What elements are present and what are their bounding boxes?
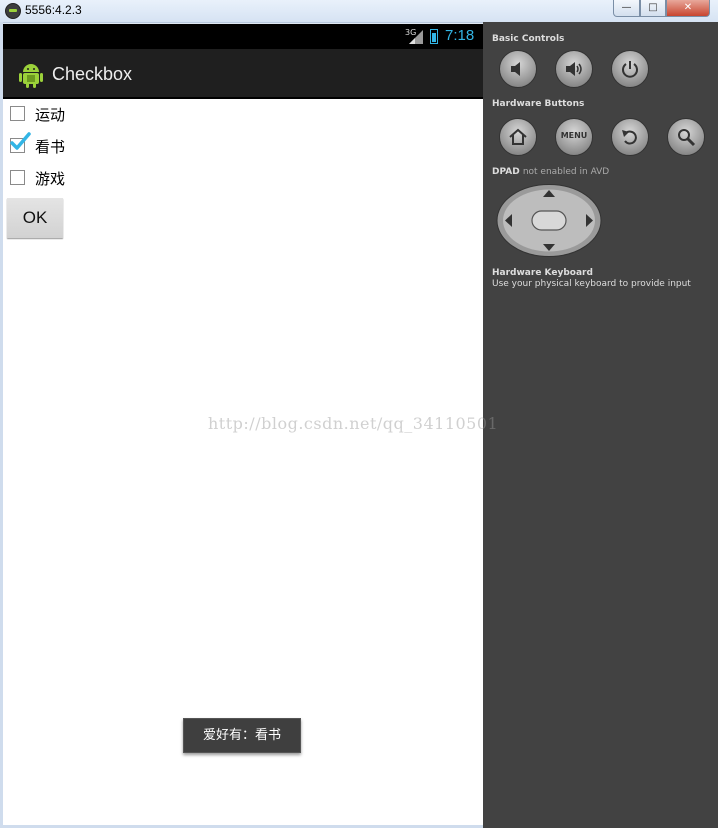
home-icon [509,128,527,145]
ok-button[interactable]: OK [7,198,63,238]
power-button[interactable] [611,50,649,88]
menu-label: MENU [560,131,588,140]
window-titlebar: 5556:4.2.3 — □ ✕ [0,0,718,23]
checkbox-reading[interactable]: 看书 [3,131,203,163]
menu-button[interactable]: MENU [555,118,593,156]
dpad-status: not enabled in AVD [522,167,610,177]
checkmark-icon [10,132,31,150]
checkbox-label: 运动 [35,106,66,124]
status-bar: 3G 7:18 [3,24,483,49]
dpad-label: DPAD [492,167,520,177]
dpad-title: DPAD not enabled in AVD [492,167,609,177]
hardware-buttons-title: Hardware Buttons [492,99,585,109]
battery-icon [430,29,438,44]
search-icon [678,129,696,147]
volume-down-icon [511,62,520,76]
volume-up-icon [566,62,582,76]
volume-up-button[interactable] [555,50,593,88]
checkbox-label: 看书 [35,138,66,156]
window-title: 5556:4.2.3 [25,3,82,17]
signal-icon [409,30,423,44]
minimize-button[interactable]: — [613,0,640,17]
checkbox-box[interactable] [10,106,25,121]
basic-controls-title: Basic Controls [492,34,565,44]
keyboard-title: Hardware Keyboard [492,268,593,278]
maximize-button[interactable]: □ [640,0,666,17]
checkbox-box[interactable] [10,170,25,185]
back-icon [622,130,637,145]
checkbox-games[interactable]: 游戏 [3,163,203,195]
toast-message: 爱好有：看书 [183,718,301,753]
watermark: http://blog.csdn.net/qq_34110501 [208,414,499,433]
status-clock: 7:18 [445,27,475,44]
search-button[interactable] [667,118,705,156]
dpad-control[interactable] [496,184,602,257]
checkbox-sports[interactable]: 运动 [3,99,203,131]
emulator-controls-panel: Basic Controls Hardware Buttons MENU DPA… [483,22,718,828]
android-icon [19,64,43,88]
back-button[interactable] [611,118,649,156]
volume-down-button[interactable] [499,50,537,88]
home-button[interactable] [499,118,537,156]
keyboard-hint: Use your physical keyboard to provide in… [492,279,691,289]
app-title: Checkbox [52,64,133,84]
action-bar: Checkbox [3,49,483,99]
checkbox-label: 游戏 [35,170,66,188]
emulator-app-icon [5,3,21,19]
power-icon [622,61,638,78]
close-button[interactable]: ✕ [666,0,710,17]
